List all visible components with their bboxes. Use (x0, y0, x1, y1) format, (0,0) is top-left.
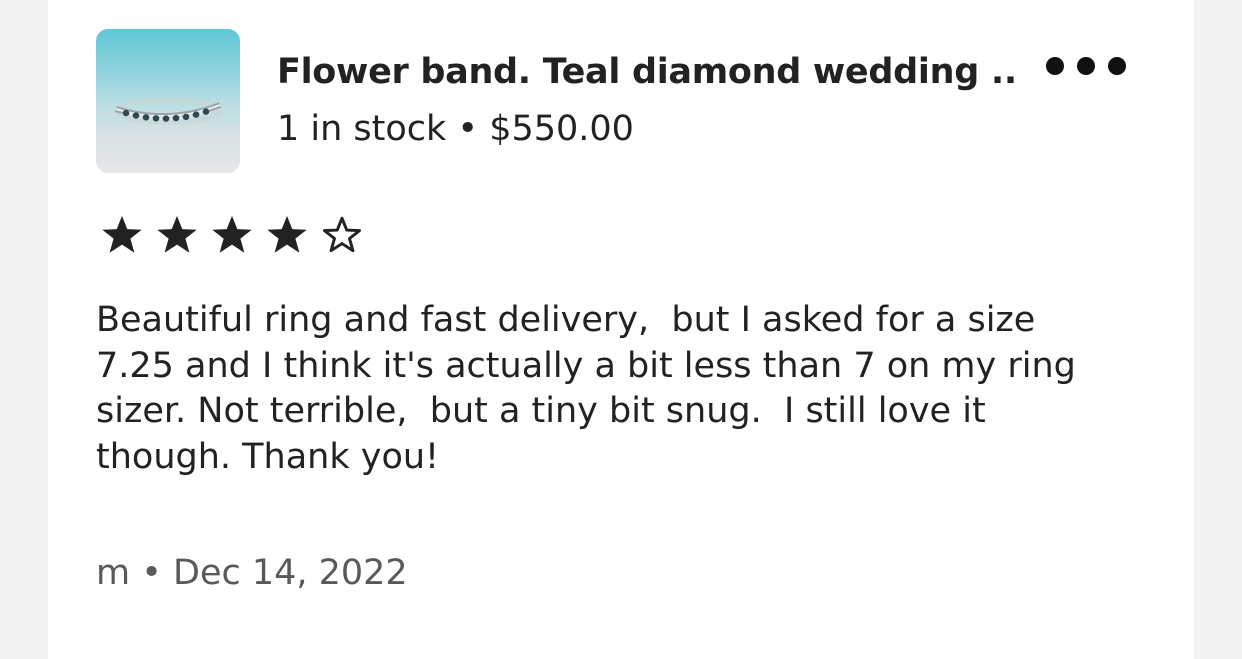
more-dot (1077, 57, 1095, 75)
ring-image (113, 97, 223, 125)
star-filled-icon (267, 215, 307, 253)
star-filled-icon (157, 215, 197, 253)
review-byline: m • Dec 14, 2022 (96, 553, 408, 593)
review-text: Beautiful ring and fast delivery, but I … (96, 300, 1076, 477)
review-card: Flower band. Teal diamond wedding ... 1 … (48, 0, 1194, 659)
stock-and-price: 1 in stock • $550.00 (277, 109, 634, 149)
more-horizontal-icon (1046, 57, 1064, 75)
star-filled-icon (102, 215, 142, 253)
star-outline-icon (323, 216, 361, 253)
listing-thumbnail[interactable] (96, 29, 240, 173)
listing-title[interactable]: Flower band. Teal diamond wedding ... (277, 50, 1017, 94)
star-filled-icon (212, 215, 252, 253)
more-dot (1108, 57, 1126, 75)
more-options-button[interactable] (1046, 50, 1126, 82)
star-rating (100, 214, 364, 256)
